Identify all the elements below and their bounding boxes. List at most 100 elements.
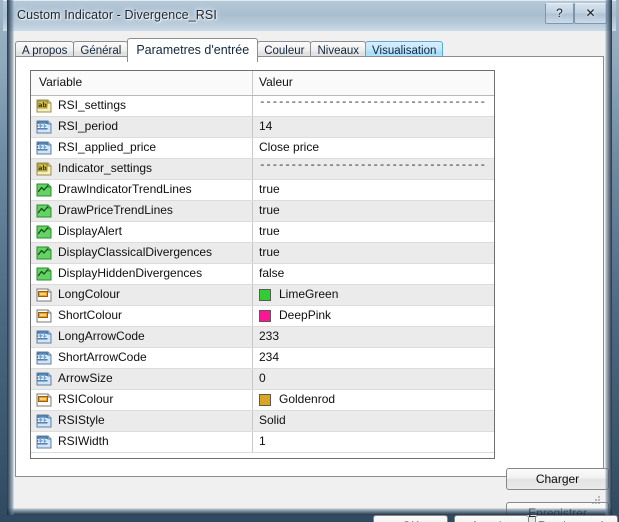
parameter-value[interactable]: ----------------------------------------… [259,97,487,109]
parameter-value[interactable]: ----------------------------------------… [259,160,487,172]
tab-parametres-d-entr-e[interactable]: Parametres d'entrée [127,38,258,62]
parameter-value[interactable]: 233 [259,329,279,343]
ok-button[interactable]: OK [373,515,448,522]
grid-row-divider [252,243,253,263]
grid-row-divider [252,348,253,368]
parameter-value[interactable]: DeepPink [279,308,331,322]
grid-row[interactable]: 123 ArrowSize 0 [31,369,494,390]
number-icon: 123 [36,372,52,386]
parameter-name: DrawPriceTrendLines [58,203,173,217]
parameter-value[interactable]: false [259,266,284,280]
grid-row[interactable]: DisplayAlerttrue [31,222,494,243]
parameter-name: RSIWidth [58,434,109,448]
svg-text:ab: ab [38,102,47,109]
cancel-button[interactable]: Annuler [454,515,529,522]
grid-row-divider [252,138,253,158]
tab-panel-input-parameters: Variable Valeur abRSI_settings----------… [15,56,604,477]
parameter-name: RSIColour [58,392,113,406]
grid-row[interactable]: 123 RSIStyle Solid [31,411,494,432]
column-header-variable[interactable]: Variable [39,75,82,89]
dialog-client-area: A proposGénéralParametres d'entréeCouleu… [7,31,612,515]
grid-row[interactable]: DrawIndicatorTrendLines true [31,180,494,201]
svg-text:123: 123 [37,418,49,424]
parameter-value[interactable]: true [259,224,280,238]
parameter-value[interactable]: true [259,203,280,217]
parameter-value[interactable]: 14 [259,119,272,133]
parameter-value[interactable]: true [259,245,280,259]
color-swatch[interactable] [259,394,271,406]
parameter-value[interactable]: 1 [259,434,266,448]
grid-row-divider [252,264,253,284]
grid-row[interactable]: DisplayClassicalDivergences true [31,243,494,264]
load-button[interactable]: Charger [506,468,609,490]
boolean-icon [36,204,52,218]
help-button[interactable]: ? [545,3,574,24]
parameter-value[interactable]: LimeGreen [279,287,338,301]
grid-row-divider [252,306,253,326]
grid-row[interactable]: LongColour LimeGreen [31,285,494,306]
color-icon [36,393,52,407]
grid-header-row: Variable Valeur [31,71,494,96]
boolean-icon [36,267,52,281]
grid-row[interactable]: 123 LongArrowCode 233 [31,327,494,348]
color-swatch[interactable] [259,310,271,322]
grid-row[interactable]: DrawPriceTrendLines true [31,201,494,222]
grid-row-divider [252,117,253,137]
boolean-icon [36,225,52,239]
window-title-bar: Custom Indicator - Divergence_RSI ? ✕ [3,0,616,31]
desktop-background: Custom Indicator - Divergence_RSI ? ✕ A … [0,0,619,522]
string-icon: ab [36,162,52,176]
svg-text:123: 123 [37,376,49,382]
parameter-value[interactable]: 0 [259,371,266,385]
grid-row[interactable]: RSIColour Goldenrod [31,390,494,411]
number-icon: 123 [36,435,52,449]
grid-row-divider [252,411,253,431]
parameter-value[interactable]: true [259,182,280,196]
parameter-name: DisplayHiddenDivergences [58,266,202,280]
parameter-value[interactable]: Goldenrod [279,392,335,406]
parameter-name: DisplayClassicalDivergences [58,245,212,259]
parameter-name: DrawIndicatorTrendLines [58,182,192,196]
grid-row-divider [252,327,253,347]
grid-row[interactable]: abRSI_settings--------------------------… [31,96,494,117]
number-icon: 123 [36,330,52,344]
grid-row[interactable]: 123RSI_applied_priceClose price [31,138,494,159]
grid-row[interactable]: 123 ShortArrowCode 234 [31,348,494,369]
parameter-name: LongColour [58,287,120,301]
parameter-name: RSI_applied_price [58,140,156,154]
resize-grip-icon[interactable] [590,494,602,506]
grid-row[interactable]: 123RSI_period14 [31,117,494,138]
parameter-name: ShortColour [58,308,122,322]
grid-row-divider [252,180,253,200]
boolean-icon [36,183,52,197]
parameter-value[interactable]: Solid [259,413,286,427]
grid-row-divider [252,390,253,410]
color-swatch[interactable] [259,289,271,301]
parameter-name: ShortArrowCode [58,350,147,364]
parameter-value[interactable]: Close price [259,140,319,154]
grid-header-divider [252,71,253,95]
string-icon: ab [36,99,52,113]
number-icon: 123 [36,351,52,365]
parameters-grid[interactable]: Variable Valeur abRSI_settings----------… [30,70,495,459]
column-header-value[interactable]: Valeur [259,75,293,89]
grid-row[interactable]: DisplayHiddenDivergences false [31,264,494,285]
svg-text:123: 123 [37,439,49,445]
grid-row[interactable]: 123 RSIWidth 1 [31,432,494,453]
boolean-icon [36,246,52,260]
parameter-name: ArrowSize [58,371,113,385]
parameter-name: LongArrowCode [58,329,145,343]
number-icon: 123 [36,414,52,428]
grid-row[interactable]: ab Indicator_settings --------------------… [31,159,494,180]
svg-text:ab: ab [38,165,47,172]
close-button[interactable]: ✕ [574,3,607,24]
reset-button[interactable]: Remise a zéro [535,515,618,522]
grid-row-divider [252,201,253,221]
grid-row[interactable]: ShortColour DeepPink [31,306,494,327]
color-icon [36,309,52,323]
parameter-name: RSIStyle [58,413,105,427]
parameter-name: Indicator_settings [58,161,152,175]
number-icon: 123 [36,120,52,134]
parameter-value[interactable]: 234 [259,350,279,364]
svg-text:123: 123 [37,334,49,340]
